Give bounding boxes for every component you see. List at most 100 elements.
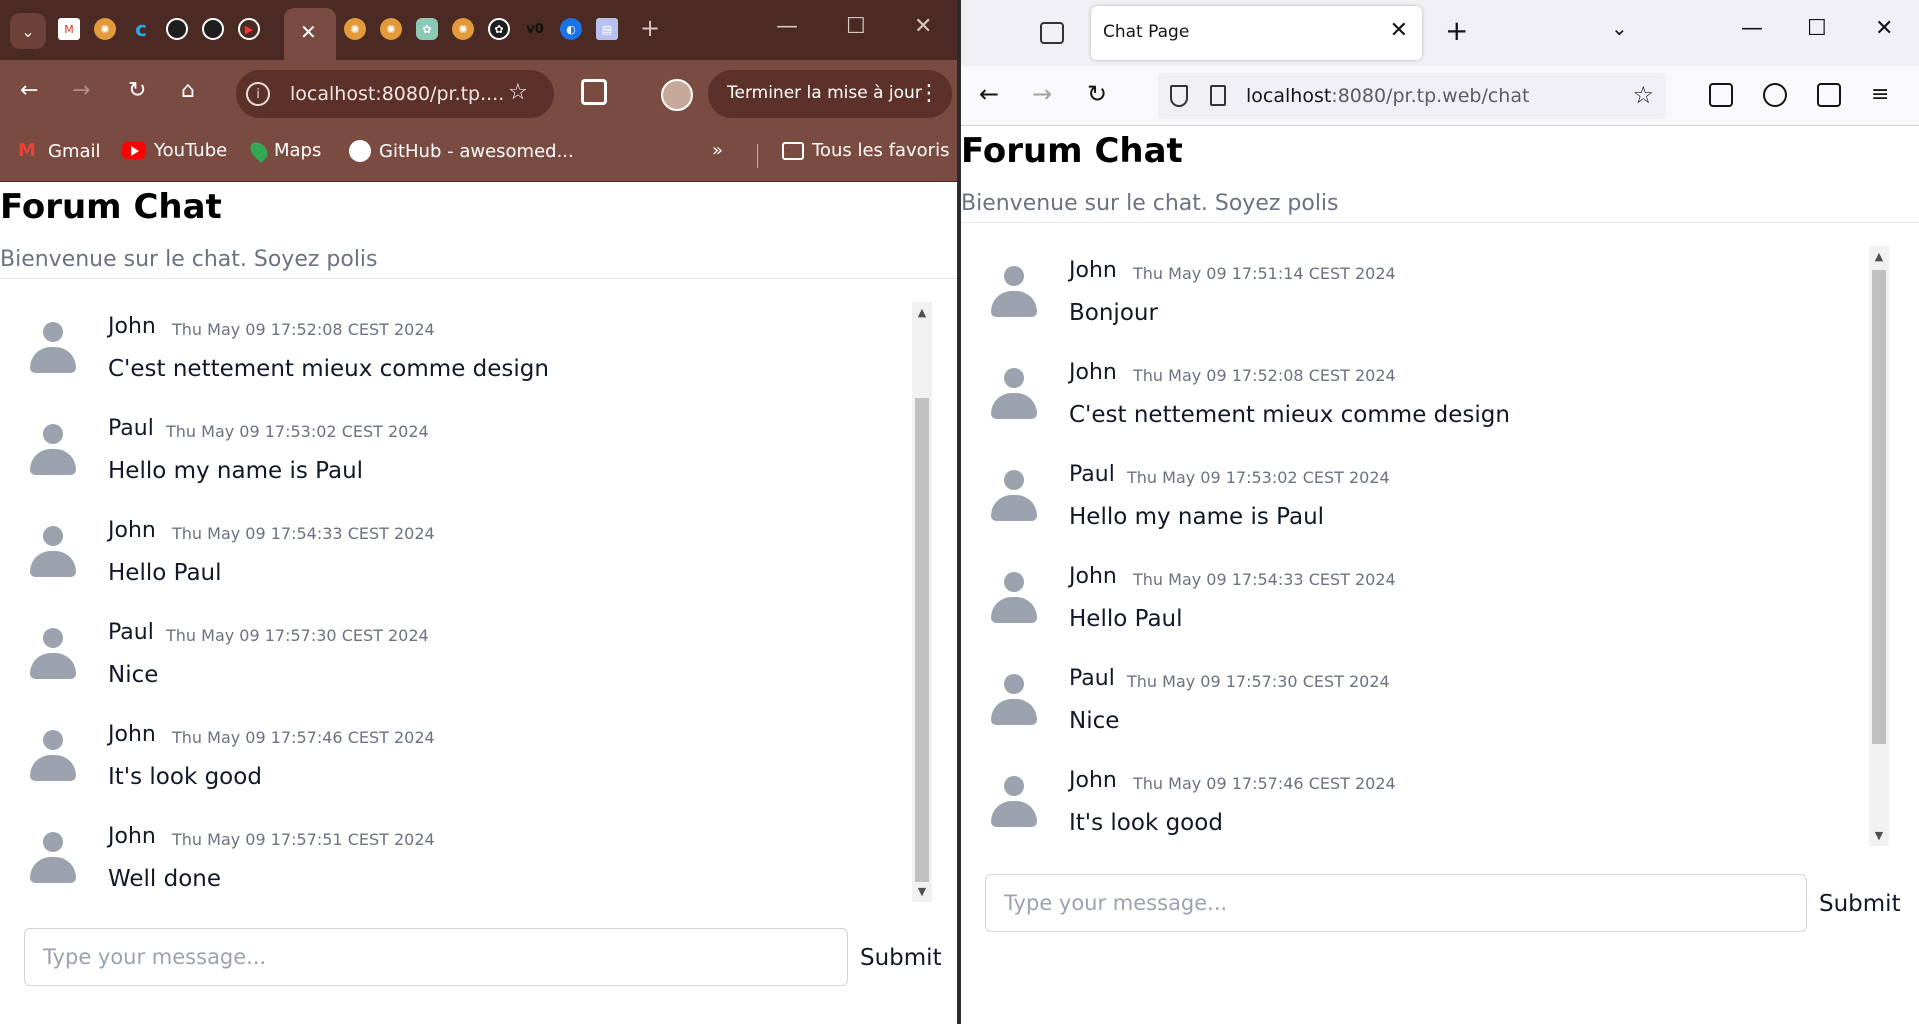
tab-chat-page[interactable]: Chat Page ✕ <box>1091 6 1422 60</box>
user-avatar-icon <box>991 572 1037 626</box>
reload-icon[interactable]: ↻ <box>128 78 146 103</box>
home-icon[interactable]: ⌂ <box>181 78 195 103</box>
openai-tab-icon[interactable]: ✿ <box>488 18 510 40</box>
minimize-icon[interactable]: — <box>1741 16 1763 41</box>
list-tabs-icon[interactable]: ⌄ <box>1611 16 1628 40</box>
forward-icon[interactable]: → <box>1032 80 1052 108</box>
page-subtitle: Bienvenue sur le chat. Soyez polis <box>961 191 1339 216</box>
scroll-down-icon[interactable]: ▼ <box>1869 829 1889 842</box>
bookmark-star-icon[interactable]: ☆ <box>508 80 528 105</box>
update-button[interactable]: Terminer la mise à jour ⋮ <box>708 70 952 118</box>
doc-tab-icon[interactable]: ▤ <box>596 18 618 40</box>
address-bar[interactable]: localhost:8080/pr.tp.web/chat ☆ <box>1158 73 1666 119</box>
blue-tab-icon[interactable]: ◐ <box>560 18 582 40</box>
c-tab-icon[interactable]: c <box>130 17 152 41</box>
site-info-icon[interactable]: i <box>246 82 270 106</box>
bookmark-maps[interactable]: Maps <box>246 138 321 163</box>
scroll-up-icon[interactable]: ▲ <box>912 306 932 319</box>
message-text: Nice <box>1069 708 1120 734</box>
gmail-icon: M <box>18 140 36 161</box>
message-scrollbar[interactable]: ▲ ▼ <box>912 302 932 902</box>
url-text[interactable]: localhost:8080/pr.tp.web/chat <box>1246 85 1529 107</box>
maximize-icon[interactable]: ☐ <box>1807 16 1827 41</box>
reload-icon[interactable]: ↻ <box>1087 80 1107 108</box>
profile-avatar[interactable] <box>661 79 693 111</box>
back-icon[interactable]: ← <box>20 78 38 103</box>
user-avatar-icon <box>991 470 1037 524</box>
user-avatar-icon <box>30 832 76 886</box>
message-input[interactable]: Type your message... <box>24 928 848 986</box>
minimize-icon[interactable]: — <box>776 14 798 39</box>
bookmark-github[interactable]: GitHub - awesomed... <box>349 140 574 162</box>
message-timestamp: Thu May 09 17:54:33 CEST 2024 <box>1133 570 1396 589</box>
user-avatar-icon <box>991 266 1037 320</box>
sunburst-tab-icon[interactable]: ✺ <box>452 18 474 40</box>
extensions-icon[interactable] <box>1817 83 1841 107</box>
pocket-icon[interactable] <box>1709 83 1733 107</box>
forward-icon[interactable]: → <box>72 78 90 103</box>
message-text: C'est nettement mieux comme design <box>1069 402 1510 428</box>
close-window-icon[interactable]: ✕ <box>914 14 932 39</box>
sunburst-tab-icon[interactable]: ✺ <box>94 18 116 40</box>
account-icon[interactable] <box>1763 83 1787 107</box>
firefox-nav-bar: ← → ↻ localhost:8080/pr.tp.web/chat ☆ ≡ <box>961 66 1919 126</box>
sunburst-tab-icon[interactable]: ✺ <box>344 18 366 40</box>
sunburst-tab-icon[interactable]: ✺ <box>380 18 402 40</box>
v0-tab-icon[interactable]: v0 <box>524 18 546 40</box>
bookmark-separator <box>757 144 758 168</box>
header-divider <box>961 222 1919 223</box>
firefox-view-icon[interactable] <box>1040 22 1064 44</box>
menu-icon[interactable]: ≡ <box>1871 82 1889 107</box>
bookmarks-bar: M Gmail YouTube Maps GitHub - awesomed...… <box>0 130 958 182</box>
close-window-icon[interactable]: ✕ <box>1875 16 1893 41</box>
youtube-tab-icon[interactable]: ▶ <box>238 18 260 40</box>
kebab-menu-icon[interactable]: ⋮ <box>918 81 940 106</box>
bookmark-star-icon[interactable]: ☆ <box>1632 81 1654 109</box>
message-scrollbar[interactable]: ▲ ▼ <box>1869 246 1889 846</box>
chat-message: Paul Thu May 09 17:57:30 CEST 2024 Nice <box>0 608 912 710</box>
github-tab-icon[interactable] <box>166 18 188 40</box>
active-tab[interactable]: ✕ <box>284 8 336 60</box>
tab-search-button[interactable]: ⌄ <box>10 13 46 49</box>
page-info-icon[interactable] <box>1210 85 1226 106</box>
close-tab-icon[interactable]: ✕ <box>1390 18 1408 43</box>
url-text[interactable]: localhost:8080/pr.tp.... <box>290 83 504 105</box>
chat-message: Paul Thu May 09 17:57:30 CEST 2024 Nice <box>961 654 1869 756</box>
bookmark-youtube[interactable]: YouTube <box>122 140 227 161</box>
chat-message: John Thu May 09 17:52:08 CEST 2024 C'est n… <box>0 302 912 404</box>
openai-tab-icon[interactable]: ✿ <box>416 18 438 40</box>
message-author: John <box>108 314 156 339</box>
folder-icon <box>782 141 804 160</box>
bookmark-gmail[interactable]: M Gmail <box>18 140 101 162</box>
close-icon[interactable]: ✕ <box>300 20 317 44</box>
scroll-up-icon[interactable]: ▲ <box>1869 250 1889 263</box>
github-tab-icon[interactable] <box>202 18 224 40</box>
scroll-thumb[interactable] <box>915 398 929 882</box>
message-input[interactable]: Type your message... <box>985 874 1807 932</box>
message-text: Nice <box>108 662 159 688</box>
new-tab-button[interactable]: + <box>1445 14 1468 47</box>
shield-icon[interactable] <box>1170 85 1188 107</box>
scroll-thumb[interactable] <box>1872 270 1886 744</box>
back-icon[interactable]: ← <box>979 80 999 108</box>
address-bar[interactable]: i localhost:8080/pr.tp.... ☆ <box>236 70 554 118</box>
more-bookmarks-icon[interactable]: » <box>712 140 723 161</box>
page-title: Forum Chat <box>0 187 222 227</box>
submit-button[interactable]: Submit <box>1819 891 1901 917</box>
maximize-icon[interactable]: ☐ <box>846 14 866 39</box>
message-author: John <box>1069 564 1117 589</box>
chat-message: John Thu May 09 17:57:46 CEST 2024 It's lo… <box>961 756 1869 846</box>
message-author: Paul <box>108 416 154 441</box>
gmail-tab-icon[interactable]: M <box>58 18 80 40</box>
new-tab-button[interactable]: + <box>640 14 660 42</box>
scroll-down-icon[interactable]: ▼ <box>912 885 932 898</box>
message-author: Paul <box>1069 666 1115 691</box>
message-author: Paul <box>1069 462 1115 487</box>
bookmark-all-folder[interactable]: Tous les favoris <box>782 140 949 161</box>
extensions-icon[interactable] <box>581 79 607 105</box>
message-list[interactable]: John Thu May 09 17:52:08 CEST 2024 C'est n… <box>0 302 912 902</box>
chat-message: Paul Thu May 09 17:53:02 CEST 2024 Hello m… <box>961 450 1869 552</box>
submit-button[interactable]: Submit <box>860 945 942 971</box>
message-timestamp: Thu May 09 17:52:08 CEST 2024 <box>1133 366 1396 385</box>
message-list[interactable]: John Thu May 09 17:51:14 CEST 2024 Bonjour… <box>961 246 1869 846</box>
